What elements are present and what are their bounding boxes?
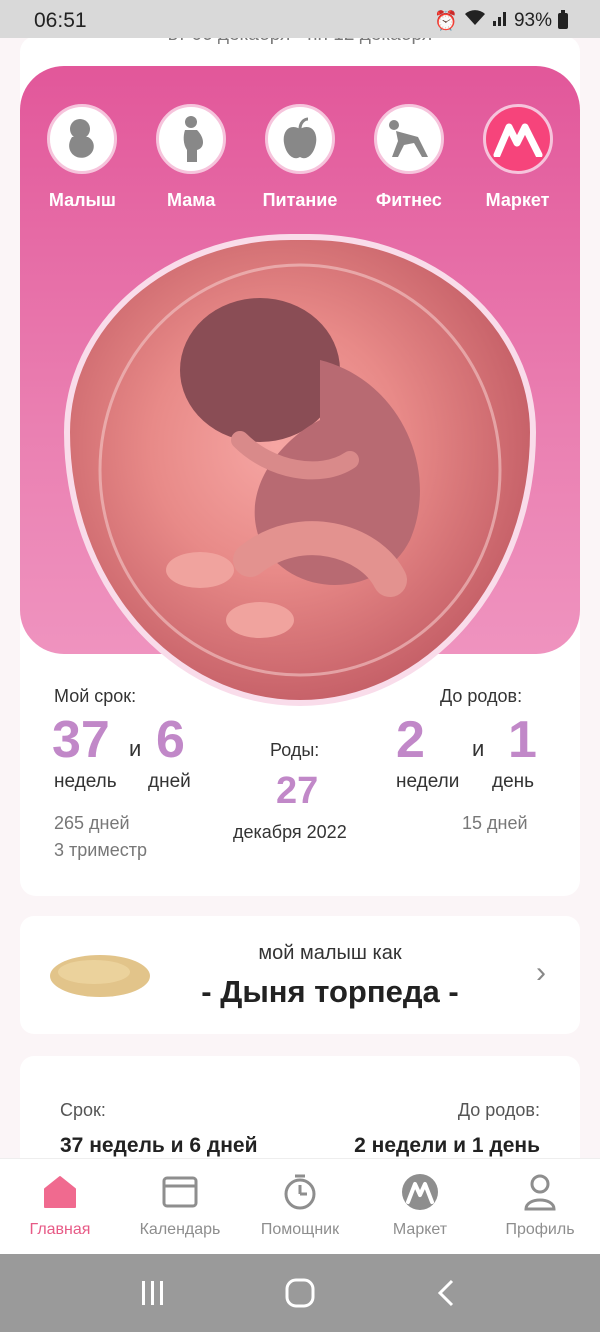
- trimester: 3 триместр: [54, 840, 147, 860]
- home-button-icon[interactable]: [284, 1277, 316, 1309]
- chevron-right-icon: ›: [536, 956, 546, 989]
- term-label: Мой срок:: [54, 686, 137, 706]
- apple-icon: [264, 104, 335, 174]
- back-icon[interactable]: [432, 1278, 462, 1308]
- pregnancy-stats: Мой срок: 37 и 6 недель дней 265 дней 3 …: [20, 670, 580, 890]
- fitness-icon: [373, 104, 444, 174]
- category-market[interactable]: Маркет: [466, 104, 570, 211]
- term-card-label: Срок:: [60, 1100, 106, 1120]
- and-separator: и: [129, 736, 142, 761]
- category-fitness[interactable]: Фитнес: [357, 104, 461, 211]
- birth-day: 27: [276, 770, 319, 812]
- profile-icon: [524, 1174, 556, 1211]
- to-weeks-number: 2: [396, 711, 425, 769]
- bottom-navigation: Главная Календарь Помощник Маркет Профил…: [0, 1158, 600, 1254]
- recent-apps-icon[interactable]: [138, 1278, 168, 1308]
- nav-assistant[interactable]: Помощник: [240, 1159, 360, 1254]
- home-icon: [44, 1176, 76, 1208]
- total-days: 265 дней: [54, 813, 130, 833]
- to-birth-label: До родов:: [440, 686, 523, 706]
- alarm-icon: ⏰: [434, 11, 458, 32]
- nav-profile[interactable]: Профиль: [480, 1159, 600, 1254]
- fruit-name: - Дыня торпеда -: [201, 974, 459, 1009]
- weeks-unit: недель: [54, 771, 117, 792]
- signal-icon: [492, 10, 508, 32]
- fruit-subtitle: мой малыш как: [258, 942, 402, 964]
- pregnant-woman-icon: [156, 104, 227, 174]
- market-logo-icon: [402, 1174, 438, 1210]
- fruit-comparison-card[interactable]: мой малыш как - Дыня торпеда - ›: [20, 916, 580, 1034]
- battery-icon: [558, 10, 568, 29]
- to-weeks-unit: недели: [396, 771, 460, 792]
- market-logo-icon: [482, 104, 553, 174]
- and-separator-2: и: [472, 736, 485, 761]
- days-unit: дней: [148, 771, 191, 792]
- wifi-icon: [464, 10, 486, 32]
- status-time: 06:51: [34, 9, 87, 32]
- status-bar: 06:51 ⏰ 93%: [0, 0, 600, 38]
- calendar-icon: [162, 1176, 198, 1208]
- nav-home[interactable]: Главная: [0, 1159, 120, 1254]
- battery-percent: 93%: [513, 10, 552, 31]
- weeks-number: 37: [52, 711, 110, 769]
- term-card-value: 37 недель и 6 дней: [60, 1134, 258, 1157]
- status-icons: ⏰ 93%: [434, 9, 568, 33]
- category-mom[interactable]: Мама: [139, 104, 243, 211]
- to-total-days: 15 дней: [462, 813, 528, 833]
- to-birth-card-label: До родов:: [457, 1100, 540, 1120]
- system-navigation-bar: [0, 1254, 600, 1332]
- birth-month: декабря 2022: [233, 822, 347, 842]
- category-row: Малыш Мама Питание Фитнес Маркет: [20, 104, 580, 211]
- birth-label: Роды:: [270, 740, 320, 760]
- category-baby[interactable]: Малыш: [30, 104, 134, 211]
- to-days-unit: день: [492, 771, 535, 792]
- nav-calendar[interactable]: Календарь: [120, 1159, 240, 1254]
- to-birth-card-value: 2 недели и 1 день: [354, 1134, 540, 1157]
- category-nutrition[interactable]: Питание: [248, 104, 352, 211]
- stopwatch-icon: [284, 1174, 316, 1210]
- to-days-number: 1: [508, 711, 537, 769]
- days-number: 6: [156, 711, 185, 769]
- baby-icon: [47, 104, 118, 174]
- nav-market[interactable]: Маркет: [360, 1159, 480, 1254]
